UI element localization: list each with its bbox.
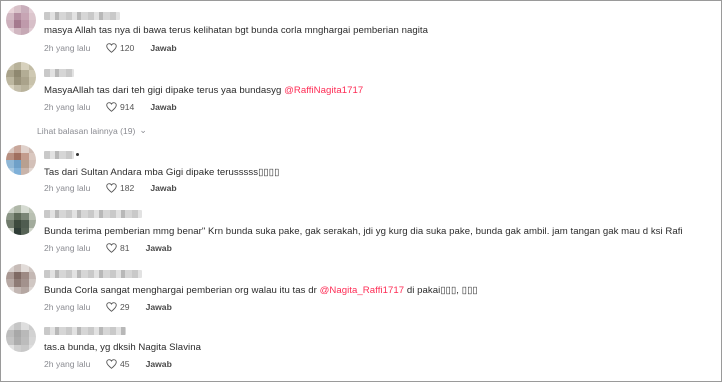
comment-text: Bunda terima pemberian mmg benar" Krn bu…	[44, 226, 683, 237]
comment-text: masya Allah tas nya di bawa terus keliha…	[44, 25, 429, 36]
comment-time: 2h yang lalu	[44, 183, 91, 193]
heart-outline-icon	[106, 43, 117, 53]
avatar[interactable]	[6, 322, 36, 352]
like-count: 120	[120, 43, 135, 53]
like-button[interactable]: 45	[106, 359, 146, 369]
username-blurred[interactable]	[44, 151, 74, 159]
chevron-down-icon: ⌄	[139, 125, 147, 135]
comment-time: 2h yang lalu	[44, 43, 91, 53]
like-button[interactable]: 182	[106, 183, 150, 193]
comment-time: 2h yang lalu	[44, 359, 91, 369]
like-count: 81	[120, 243, 130, 253]
comment-text: tas.a bunda, yg dksih Nagita Slavina	[44, 342, 201, 353]
verified-dot-icon	[76, 153, 79, 156]
view-more-replies-button[interactable]: Lihat balasan lainnya (19) ⌄	[37, 125, 147, 136]
username-blurred[interactable]	[44, 327, 126, 335]
comment-time: 2h yang lalu	[44, 102, 91, 112]
comment-text: Tas dari Sultan Andara mba Gigi dipake t…	[44, 167, 280, 178]
heart-outline-icon	[106, 302, 117, 312]
heart-outline-icon	[106, 359, 117, 369]
reply-button[interactable]: Jawab	[146, 243, 172, 253]
reply-button[interactable]: Jawab	[146, 302, 172, 312]
like-count: 45	[120, 359, 130, 369]
reply-button[interactable]: Jawab	[150, 102, 176, 112]
username-blurred[interactable]	[44, 270, 142, 278]
like-count: 914	[120, 102, 135, 112]
heart-outline-icon	[106, 183, 117, 193]
comment-text: Bunda Corla sangat menghargai pemberian …	[44, 285, 478, 296]
comment-meta: 2h yang lalu 29 Jawab	[44, 301, 172, 313]
avatar[interactable]	[6, 205, 36, 235]
comment-time: 2h yang lalu	[44, 302, 91, 312]
reply-button[interactable]: Jawab	[150, 183, 176, 193]
comment-meta: 2h yang lalu 81 Jawab	[44, 242, 172, 254]
heart-outline-icon	[106, 102, 117, 112]
avatar[interactable]	[6, 264, 36, 294]
comment-meta: 2h yang lalu 120 Jawab	[44, 42, 177, 54]
comment-meta: 2h yang lalu 182 Jawab	[44, 182, 177, 194]
like-button[interactable]: 914	[106, 102, 150, 112]
heart-outline-icon	[106, 243, 117, 253]
like-count: 29	[120, 302, 130, 312]
username-blurred[interactable]	[44, 210, 142, 218]
avatar[interactable]	[6, 145, 36, 175]
username-blurred[interactable]	[44, 69, 74, 77]
like-button[interactable]: 29	[106, 302, 146, 312]
username-blurred[interactable]	[44, 12, 120, 20]
view-more-replies-label: Lihat balasan lainnya (19)	[37, 125, 136, 136]
reply-button[interactable]: Jawab	[150, 43, 176, 53]
comment-meta: 2h yang lalu 914 Jawab	[44, 101, 177, 113]
comment-meta: 2h yang lalu 45 Jawab	[44, 358, 172, 370]
comment-text: MasyaAllah tas dari teh gigi dipake teru…	[44, 85, 364, 96]
mention-link[interactable]: @Nagita_Raffi1717	[320, 285, 405, 296]
comment-time: 2h yang lalu	[44, 243, 91, 253]
avatar[interactable]	[6, 62, 36, 92]
like-button[interactable]: 81	[106, 243, 146, 253]
like-button[interactable]: 120	[106, 43, 150, 53]
mention-link[interactable]: @RaffiNagita1717	[284, 85, 363, 96]
like-count: 182	[120, 183, 135, 193]
avatar[interactable]	[6, 5, 36, 35]
reply-button[interactable]: Jawab	[146, 359, 172, 369]
